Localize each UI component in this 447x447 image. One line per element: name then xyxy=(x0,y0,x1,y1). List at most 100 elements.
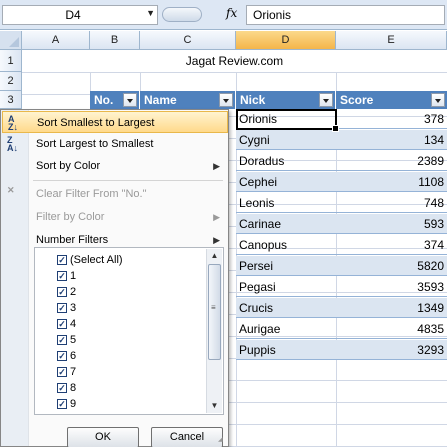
nick-cell[interactable]: Pegasi xyxy=(236,277,336,297)
score-cell[interactable]: 1108 xyxy=(336,172,447,192)
checkbox-label: 3 xyxy=(70,302,77,314)
table-row[interactable]: Leonis 748 xyxy=(236,193,447,213)
formula-handle[interactable] xyxy=(162,7,202,22)
menu-sort-ascending[interactable]: A Z↓ Sort Smallest to Largest xyxy=(2,111,228,133)
header-score[interactable]: Score xyxy=(336,91,447,109)
clear-filter-icon: ✕ xyxy=(7,185,15,195)
checkbox-item[interactable]: ✓ 1 xyxy=(57,268,76,284)
column-header-e[interactable]: E xyxy=(336,31,447,50)
row-header-2[interactable]: 2 xyxy=(0,72,22,91)
nick-cell[interactable]: Leonis xyxy=(236,193,336,213)
ok-button[interactable]: OK xyxy=(67,427,139,447)
score-cell[interactable]: 378 xyxy=(336,109,447,129)
score-cell[interactable]: 3593 xyxy=(336,277,447,297)
name-box[interactable]: D4 ▼ xyxy=(2,5,158,25)
list-scrollbar[interactable]: ▲ ≡ ▼ xyxy=(206,249,222,413)
formula-input[interactable]: Orionis xyxy=(246,5,445,25)
table-row[interactable]: Pegasi 3593 xyxy=(236,277,447,297)
menu-label: Number Filters xyxy=(36,234,109,246)
checkbox-item[interactable]: ✓ 3 xyxy=(57,300,76,316)
checkbox-icon[interactable]: ✓ xyxy=(57,367,67,377)
score-cell[interactable]: 5820 xyxy=(336,256,447,276)
table-row[interactable]: Aurigae 4835 xyxy=(236,319,447,339)
checkbox-icon[interactable]: ✓ xyxy=(57,255,67,265)
menu-sort-descending[interactable]: Z A↓ Sort Largest to Smallest xyxy=(2,133,228,155)
nick-cell[interactable]: Persei xyxy=(236,256,336,276)
checkbox-item[interactable]: ✓ 9 xyxy=(57,396,76,412)
column-header-b[interactable]: B xyxy=(90,31,140,50)
checkbox-item[interactable]: ✓ 6 xyxy=(57,348,76,364)
sheet-title[interactable]: Jagat Review.com xyxy=(22,50,447,72)
table-row[interactable]: Carinae 593 xyxy=(236,214,447,234)
formula-bar: D4 ▼ fx Orionis xyxy=(0,0,447,30)
checkbox-icon[interactable]: ✓ xyxy=(57,383,67,393)
nick-cell[interactable]: Cygni xyxy=(236,130,336,150)
filter-dropdown-icon[interactable] xyxy=(319,93,333,107)
table-row[interactable]: Crucis 1349 xyxy=(236,298,447,318)
checkbox-item[interactable]: ✓ 7 xyxy=(57,364,76,380)
nick-cell[interactable]: Aurigae xyxy=(236,319,336,339)
score-cell[interactable]: 1349 xyxy=(336,298,447,318)
row-header-3[interactable]: 3 xyxy=(0,91,22,109)
filter-dropdown-icon[interactable] xyxy=(123,93,137,107)
filter-dropdown-icon[interactable] xyxy=(431,93,445,107)
header-nick[interactable]: Nick xyxy=(236,91,336,109)
nick-cell[interactable]: Canopus xyxy=(236,235,336,255)
checkbox-item[interactable]: ✓ 2 xyxy=(57,284,76,300)
insert-function-icon[interactable]: fx xyxy=(226,6,237,20)
header-no[interactable]: No. xyxy=(90,91,140,109)
score-cell[interactable]: 3293 xyxy=(336,340,447,360)
scroll-thumb[interactable]: ≡ xyxy=(208,264,221,360)
checkbox-item[interactable]: ✓ 4 xyxy=(57,316,76,332)
score-cell[interactable]: 593 xyxy=(336,214,447,234)
checkbox-label: 7 xyxy=(70,366,77,378)
chevron-down-icon[interactable]: ▼ xyxy=(146,8,155,18)
grip-icon: ≡ xyxy=(211,303,216,312)
table-row[interactable]: Doradus 2389 xyxy=(236,151,447,171)
table-row[interactable]: Persei 5820 xyxy=(236,256,447,276)
cancel-button[interactable]: Cancel xyxy=(151,427,223,447)
checkbox-icon[interactable]: ✓ xyxy=(57,271,67,281)
select-all-corner[interactable] xyxy=(0,31,22,50)
score-cell[interactable]: 748 xyxy=(336,193,447,213)
nick-cell[interactable]: Carinae xyxy=(236,214,336,234)
checkbox-icon[interactable]: ✓ xyxy=(57,287,67,297)
header-name-label: Name xyxy=(144,93,177,107)
checkbox-icon[interactable]: ✓ xyxy=(57,335,67,345)
table-row[interactable]: Puppis 3293 xyxy=(236,340,447,360)
nick-cell[interactable]: Puppis xyxy=(236,340,336,360)
score-cell[interactable]: 374 xyxy=(336,235,447,255)
menu-label: Clear Filter From "No." xyxy=(36,188,147,200)
scroll-up-icon[interactable]: ▲ xyxy=(207,249,222,263)
checkbox-icon[interactable]: ✓ xyxy=(57,351,67,361)
table-row[interactable]: Cygni 134 xyxy=(236,130,447,150)
menu-sort-by-color[interactable]: Sort by Color ▶ xyxy=(2,155,228,177)
nick-cell[interactable]: Crucis xyxy=(236,298,336,318)
checkbox-item[interactable]: ✓ 8 xyxy=(57,380,76,396)
formula-value: Orionis xyxy=(253,8,292,22)
checkbox-icon[interactable]: ✓ xyxy=(57,319,67,329)
score-cell[interactable]: 134 xyxy=(336,130,447,150)
scroll-down-icon[interactable]: ▼ xyxy=(207,399,222,413)
header-score-label: Score xyxy=(340,93,374,107)
table-row[interactable]: Cephei 1108 xyxy=(236,172,447,192)
filter-dropdown-icon[interactable] xyxy=(219,93,233,107)
score-cell[interactable]: 2389 xyxy=(336,151,447,171)
column-header-d[interactable]: D xyxy=(236,31,336,50)
checkbox-icon[interactable]: ✓ xyxy=(57,399,67,409)
table-row[interactable]: Canopus 374 xyxy=(236,235,447,255)
nick-cell[interactable]: Cephei xyxy=(236,172,336,192)
sort-descending-icon: Z A↓ xyxy=(7,135,18,153)
filter-value-list[interactable]: ✓ (Select All) ✓ 1 ✓ 2 ✓ 3 ✓ 4 ✓ 5 ✓ 6 ✓ 7 ✓ 8 ✓ 9… xyxy=(34,247,224,415)
score-cell[interactable]: 4835 xyxy=(336,319,447,339)
header-name[interactable]: Name xyxy=(140,91,236,109)
checkbox-select-all[interactable]: ✓ (Select All) xyxy=(57,252,123,268)
column-header-c[interactable]: C xyxy=(140,31,236,50)
column-header-a[interactable]: A xyxy=(22,31,90,50)
checkbox-item[interactable]: ✓ 5 xyxy=(57,332,76,348)
checkbox-icon[interactable]: ✓ xyxy=(57,303,67,313)
checkbox-label: 5 xyxy=(70,334,77,346)
nick-cell[interactable]: Doradus xyxy=(236,151,336,171)
resize-grip-icon[interactable]: ◢ xyxy=(218,436,226,444)
row-header-1[interactable]: 1 xyxy=(0,50,22,72)
